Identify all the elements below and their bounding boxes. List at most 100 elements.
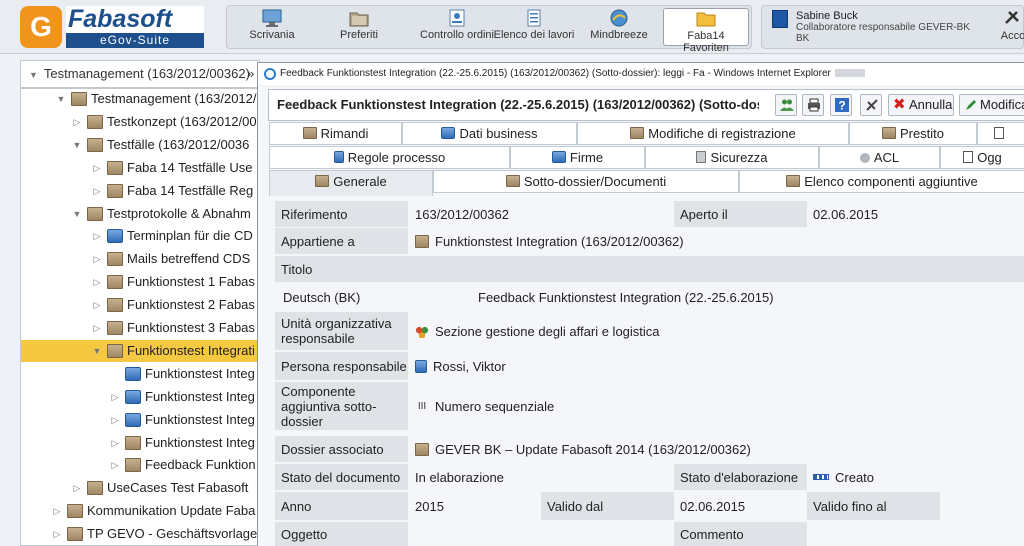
collapse-icon[interactable]: ▼: [71, 134, 83, 156]
appartiene-link[interactable]: Funktionstest Integration (163/2012/0036…: [415, 228, 1015, 254]
tree-node[interactable]: ▷ Testkonzept (163/2012/00: [21, 111, 259, 133]
tab-label: Modifiche di registrazione: [648, 126, 796, 141]
tab-label: Firme: [569, 150, 604, 165]
tree-node[interactable]: ▷ Terminplan für die CD: [21, 225, 259, 247]
tree-node[interactable]: ▷ Funktionstest 1 Fabas: [21, 271, 259, 293]
expand-icon[interactable]: ▷: [109, 454, 121, 476]
tree-node[interactable]: ▼ Testmanagement (163/2012/: [21, 89, 259, 110]
window-title-bar: Feedback Funktionstest Integration (22.-…: [258, 63, 1024, 85]
chevron-down-icon[interactable]: ▼: [29, 62, 38, 87]
folder-icon: [107, 275, 123, 290]
unita-link[interactable]: Sezione gestione degli affari e logistic…: [415, 312, 1015, 350]
tab-dati-business[interactable]: Dati business: [402, 122, 577, 145]
persona-link[interactable]: Rossi, Viktor: [415, 352, 1015, 380]
logo-letter: G: [20, 6, 62, 48]
print-button[interactable]: [802, 94, 824, 116]
stato-doc-label: Stato del documento: [275, 464, 408, 490]
edit-label: Modifica: [980, 97, 1024, 112]
tab-more[interactable]: [977, 122, 1024, 145]
toolbar-order-control-button[interactable]: Controllo ordini: [407, 8, 507, 46]
tab-elenco-componenti[interactable]: Elenco componenti aggiuntive: [739, 170, 1024, 193]
tree-node[interactable]: ▷ UseCases Test Fabasoft: [21, 477, 259, 499]
expand-icon[interactable]: ▷: [91, 317, 103, 339]
tree-node[interactable]: ▷ Funktionstest Integ: [21, 432, 259, 454]
expand-icon[interactable]: ▷: [91, 271, 103, 293]
expand-icon[interactable]: ▷: [91, 180, 103, 202]
folder-icon: [696, 12, 716, 27]
tab-regole-processo[interactable]: Regole processo: [269, 146, 510, 169]
collapse-icon[interactable]: ▼: [91, 340, 103, 362]
breadcrumb[interactable]: ▼ Testmanagement (163/2012/00362) »: [20, 60, 260, 88]
expand-icon[interactable]: ▷: [91, 294, 103, 316]
tree-node[interactable]: ▷ Funktionstest Integ: [21, 409, 259, 431]
expand-icon[interactable]: ▷: [71, 111, 83, 133]
toolbar-worklist-button[interactable]: Elenco dei lavori: [493, 8, 575, 46]
tab-modifiche[interactable]: Modifiche di registrazione: [577, 122, 849, 145]
tree-node[interactable]: ▼ Funktionstest Integrati: [21, 339, 259, 362]
expand-icon[interactable]: ▷: [71, 477, 83, 499]
user-name: Sabine Buck: [796, 10, 858, 22]
tab-oggetto[interactable]: Ogg: [940, 146, 1024, 169]
tree-node[interactable]: ▷ TP GEVO - Geschäftsvorlage: [21, 523, 259, 545]
tab-prestito[interactable]: Prestito: [849, 122, 977, 145]
tree-node[interactable]: Funktionstest Integ: [21, 363, 259, 385]
tree-node[interactable]: ▷ Funktionstest 2 Fabas: [21, 294, 259, 316]
expand-icon[interactable]: ▷: [109, 432, 121, 454]
toolbar-favorites-button[interactable]: Preferiti: [317, 8, 401, 46]
tab-label: Generale: [333, 174, 387, 189]
expand-icon[interactable]: ▷: [109, 386, 121, 408]
tree-node[interactable]: ▼ Testprotokolle & Abnahm: [21, 203, 259, 225]
toolbar-mindbreeze-button[interactable]: Mindbreeze: [581, 8, 657, 46]
toolbar-faba14-favorites-button[interactable]: Faba14 Favoriten: [663, 8, 749, 54]
trash-icon: [994, 127, 1004, 139]
user-role: Collaboratore responsabile GEVER-BK BK: [796, 22, 970, 44]
document-icon: [125, 366, 141, 381]
users-button[interactable]: [775, 94, 797, 116]
tree-node[interactable]: ▷ Faba 14 Testfälle Use: [21, 157, 259, 179]
expand-icon[interactable]: ▷: [51, 523, 63, 545]
breadcrumb-overflow[interactable]: »: [247, 61, 254, 87]
account-button[interactable]: Acco: [998, 8, 1024, 42]
monitor-icon: [262, 9, 282, 27]
collapse-icon[interactable]: ▼: [71, 203, 83, 225]
titolo-label: Titolo: [275, 256, 1024, 282]
dossier-link[interactable]: GEVER BK – Update Fabasoft 2014 (163/201…: [415, 436, 1015, 462]
organization-icon: [415, 324, 429, 338]
svg-text:?: ?: [838, 99, 845, 113]
expand-icon[interactable]: ▷: [51, 500, 63, 522]
tab-label: Prestito: [899, 126, 945, 141]
toolbar-desktop-button[interactable]: Scrivania: [233, 8, 311, 46]
tab-sotto-dossier[interactable]: Sotto-dossier/Documenti: [433, 170, 739, 193]
key-icon: [859, 153, 870, 163]
tools-button[interactable]: [860, 94, 882, 116]
tree-node[interactable]: ▷ Funktionstest 3 Fabas: [21, 317, 259, 339]
tab-rimandi[interactable]: Rimandi: [269, 122, 402, 145]
toolbar-label: Controllo ordini: [420, 29, 494, 41]
components-icon: [786, 175, 801, 187]
tab-firme[interactable]: Firme: [510, 146, 645, 169]
tree-node-label: Funktionstest 3 Fabas: [127, 320, 255, 335]
tree-node[interactable]: ▷ Feedback Funktion: [21, 454, 259, 476]
cancel-button[interactable]: ✖ Annulla: [888, 94, 954, 116]
tab-sicurezza[interactable]: Sicurezza: [645, 146, 819, 169]
user-info: Sabine Buck Collaboratore responsabile G…: [761, 5, 1024, 49]
tree-node[interactable]: ▷ Kommunikation Update Faba: [21, 500, 259, 522]
expand-icon[interactable]: ▷: [91, 248, 103, 270]
tree-node[interactable]: ▷ Funktionstest Integ: [21, 386, 259, 408]
expand-icon[interactable]: ▷: [91, 225, 103, 247]
collapse-icon[interactable]: ▼: [55, 89, 67, 110]
folder-icon: [71, 92, 87, 106]
expand-icon[interactable]: ▷: [91, 157, 103, 179]
edit-button[interactable]: Modifica: [959, 94, 1024, 116]
account-label: Acco: [1000, 30, 1024, 42]
tree-node-label: UseCases Test Fabasoft: [107, 480, 249, 496]
tree-node[interactable]: ▼ Testfälle (163/2012/0036: [21, 134, 259, 156]
tab-acl[interactable]: ACL: [819, 146, 940, 169]
tree-node[interactable]: ▷ Faba 14 Testfälle Reg: [21, 180, 259, 202]
order-control-icon: [449, 9, 465, 27]
tree-node[interactable]: ▷ Mails betreffend CDS: [21, 248, 259, 270]
tab-label: Elenco componenti aggiuntive: [804, 174, 978, 189]
expand-icon[interactable]: ▷: [109, 409, 121, 431]
help-button[interactable]: ?: [830, 94, 852, 116]
tab-generale[interactable]: Generale: [269, 170, 433, 196]
